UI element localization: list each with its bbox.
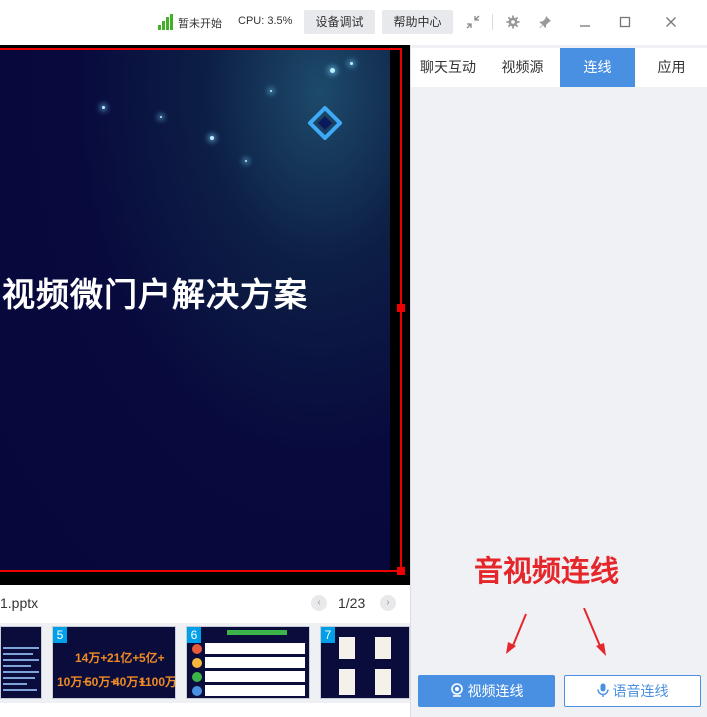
tab-video-source[interactable]: 视频源 bbox=[485, 48, 560, 87]
tab-connect[interactable]: 连线 bbox=[560, 48, 635, 87]
thumbnail-metric: 21亿+ bbox=[107, 651, 140, 665]
annotation-label: 音视频连线 bbox=[474, 554, 620, 588]
thumbnail-text-lines bbox=[3, 647, 39, 691]
video-call-button[interactable]: 视频连线 bbox=[418, 675, 555, 707]
close-icon[interactable] bbox=[661, 12, 681, 32]
cpu-usage: CPU: 3.5% bbox=[238, 15, 293, 27]
prev-page-icon[interactable]: ‹ bbox=[311, 595, 327, 611]
resize-handle[interactable] bbox=[397, 567, 405, 575]
collapse-icon[interactable] bbox=[463, 12, 483, 32]
file-name: 1.pptx bbox=[0, 595, 39, 611]
help-center-button[interactable]: 帮助中心 bbox=[382, 10, 453, 34]
live-status: 暂未开始 bbox=[178, 18, 222, 30]
thumbnail-metric: 14万+ bbox=[75, 651, 108, 665]
tab-apps[interactable]: 应用 bbox=[635, 48, 707, 87]
slide-canvas[interactable]: 视频微门户解决方案 bbox=[0, 48, 402, 572]
slide-thumbnail[interactable] bbox=[0, 626, 42, 699]
panel-tabs: 聊天互动 视频源 连线 应用 bbox=[411, 48, 707, 87]
thumbnail-table-graphic bbox=[192, 630, 305, 696]
thumbnail-number: 5 bbox=[53, 627, 67, 643]
star-decoration bbox=[330, 68, 335, 73]
star-decoration bbox=[160, 116, 162, 118]
slide-thumbnail[interactable]: 6 bbox=[186, 626, 310, 699]
signal-strength-icon bbox=[158, 14, 174, 30]
star-decoration bbox=[270, 90, 272, 92]
voice-call-label: 语音连线 bbox=[612, 683, 669, 699]
star-decoration bbox=[210, 136, 214, 140]
annotation-arrows bbox=[506, 608, 606, 656]
device-debug-button[interactable]: 设备调试 bbox=[304, 10, 375, 34]
star-decoration bbox=[102, 106, 105, 109]
star-decoration bbox=[350, 62, 353, 65]
top-bar: 暂未开始 CPU: 3.5% 设备调试 帮助中心 bbox=[0, 0, 707, 45]
next-page-icon[interactable]: › bbox=[380, 595, 396, 611]
divider bbox=[492, 14, 493, 30]
thumbnail-strip: 5 14万+ 21亿+ 5亿+ 10万+ 50万+ 40万+ 1100万 6 7 bbox=[0, 623, 410, 703]
minimize-icon[interactable] bbox=[575, 12, 595, 32]
logo-diamond-icon bbox=[308, 106, 342, 140]
gear-icon[interactable] bbox=[503, 12, 523, 32]
resize-handle[interactable] bbox=[397, 304, 405, 312]
thumbnail-documents-graphic bbox=[339, 637, 391, 695]
star-decoration bbox=[245, 160, 247, 162]
microphone-icon bbox=[596, 677, 609, 707]
tab-chat[interactable]: 聊天互动 bbox=[411, 48, 485, 87]
pin-icon[interactable] bbox=[535, 12, 555, 32]
voice-call-button[interactable]: 语音连线 bbox=[564, 675, 701, 707]
page-indicator: 1/23 bbox=[338, 595, 366, 611]
video-call-label: 视频连线 bbox=[467, 683, 524, 699]
thumbnail-metric: 5亿+ bbox=[139, 651, 165, 665]
webcam-icon bbox=[450, 677, 464, 707]
slide-thumbnail[interactable]: 5 14万+ 21亿+ 5亿+ 10万+ 50万+ 40万+ 1100万 bbox=[52, 626, 176, 699]
maximize-icon[interactable] bbox=[615, 12, 635, 32]
thumbnail-metric: 1100万 bbox=[139, 675, 176, 689]
slide-title: 视频微门户解决方案 bbox=[2, 275, 308, 314]
file-info-bar: 1.pptx ‹ 1/23 › bbox=[0, 585, 410, 623]
slide-thumbnail[interactable]: 7 bbox=[320, 626, 410, 699]
